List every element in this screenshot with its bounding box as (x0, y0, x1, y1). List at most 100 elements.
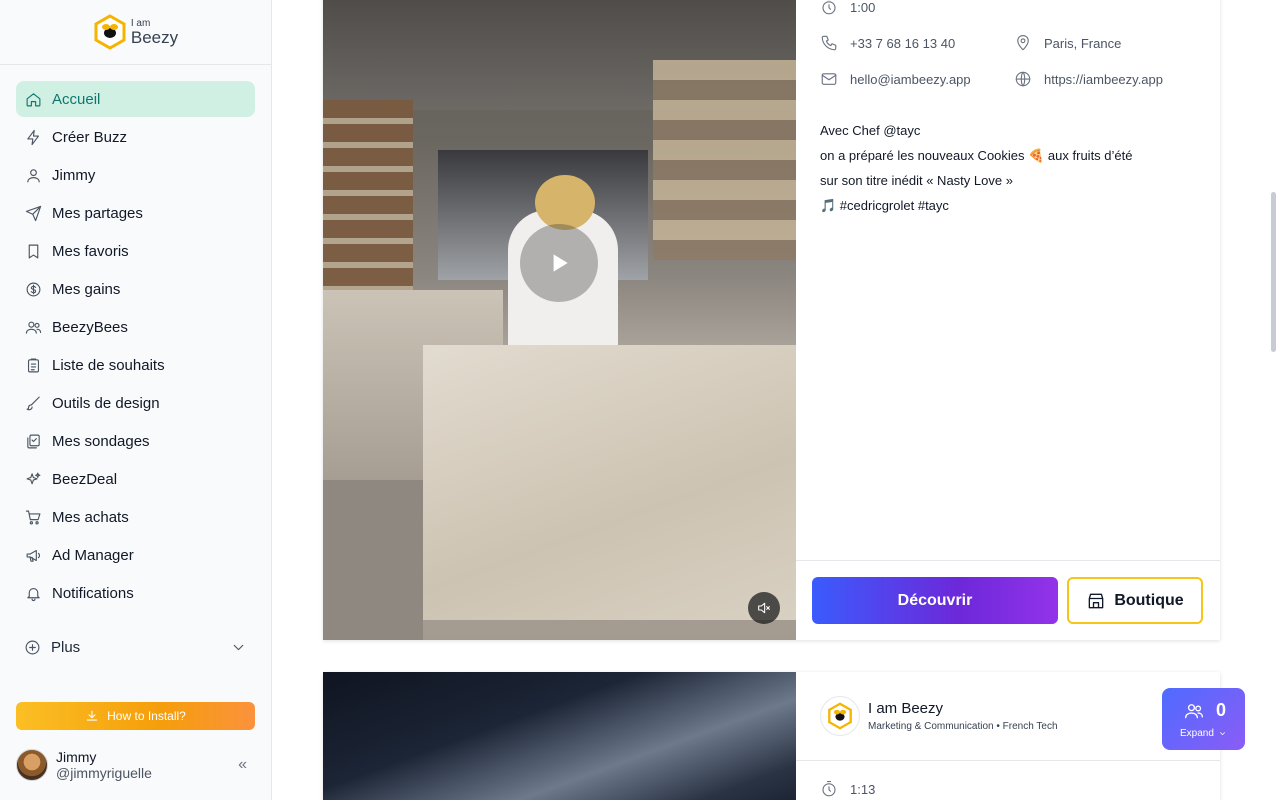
email[interactable]: hello@iambeezy.app (850, 72, 971, 87)
bell-icon (24, 584, 42, 602)
user-icon (24, 166, 42, 184)
shop-button-label: Boutique (1114, 591, 1184, 609)
megaphone-icon (24, 546, 42, 564)
sidebar-item-label: BeezyBees (52, 318, 128, 336)
collapse-sidebar-icon[interactable]: « (238, 756, 247, 774)
sidebar-item-label: Mes partages (52, 204, 143, 222)
sidebar-item-label: Notifications (52, 584, 134, 602)
description-line: on a préparé les nouveaux Cookies 🍕 aux … (820, 148, 1133, 163)
bookmark-icon (24, 242, 42, 260)
discover-button[interactable]: Découvrir (812, 577, 1058, 624)
globe-icon (1015, 71, 1031, 87)
author-name: I am Beezy (868, 700, 944, 717)
sidebar-item-jimmy[interactable]: Jimmy (16, 157, 255, 193)
video-frame-floor (323, 480, 423, 640)
install-button[interactable]: How to Install? (16, 702, 255, 730)
play-button[interactable] (520, 224, 598, 302)
email-row: hello@iambeezy.app (820, 70, 971, 88)
sidebar-item-mes-favoris[interactable]: Mes favoris (16, 233, 255, 269)
post-card: 1:00 +33 7 68 16 13 40 Paris, France hel… (323, 0, 1220, 640)
sidebar-item-label: Mes sondages (52, 432, 150, 450)
users-icon (24, 318, 42, 336)
mute-button[interactable] (748, 592, 780, 624)
sidebar-item-mes-partages[interactable]: Mes partages (16, 195, 255, 231)
video-player[interactable] (323, 0, 796, 640)
video-frame-head (535, 175, 595, 230)
chevron-down-icon (233, 644, 244, 650)
post-author[interactable]: I am Beezy Marketing & Communication • F… (820, 696, 1058, 736)
chevron-down-icon (1219, 732, 1225, 736)
sidebar-item-label: Ad Manager (52, 546, 134, 564)
duration-row: 1:13 (820, 780, 875, 798)
sidebar-item-label: Plus (51, 638, 81, 656)
scrollbar[interactable] (1271, 192, 1276, 352)
brush-icon (24, 394, 42, 412)
user-name: Jimmy (56, 748, 97, 765)
poll-icon (24, 432, 42, 450)
user-handle: @jimmyriguelle (56, 765, 152, 781)
video-frame-shelf (653, 60, 796, 260)
post-info: 1:00 +33 7 68 16 13 40 Paris, France hel… (796, 0, 1220, 640)
video-frame-shelf (323, 100, 413, 300)
sidebar-item-label: Jimmy (52, 166, 96, 184)
location-row: Paris, France (1014, 34, 1121, 52)
avatar (16, 749, 48, 781)
shop-button[interactable]: Boutique (1067, 577, 1203, 624)
sidebar-item-creer-buzz[interactable]: Créer Buzz (16, 119, 255, 155)
sidebar-item-liste-de-souhaits[interactable]: Liste de souhaits (16, 347, 255, 383)
feed: 1:00 +33 7 68 16 13 40 Paris, France hel… (272, 0, 1280, 800)
sidebar: I am Beezy Accueil Créer Buzz Jimmy Mes … (0, 0, 272, 800)
website[interactable]: https://iambeezy.app (1044, 72, 1163, 87)
author-avatar (820, 696, 860, 736)
description-line: 🎵 #cedricgrolet #tayc (820, 198, 949, 213)
sidebar-item-label: Outils de design (52, 394, 160, 412)
users-icon (1185, 703, 1203, 718)
sidebar-item-label: Mes gains (52, 280, 121, 298)
play-icon (553, 254, 568, 272)
post-card: I am Beezy Marketing & Communication • F… (323, 672, 1220, 800)
sidebar-item-notifications[interactable]: Notifications (16, 575, 255, 611)
post-info: I am Beezy Marketing & Communication • F… (796, 672, 1220, 800)
dollar-icon (24, 280, 42, 298)
sidebar-item-mes-sondages[interactable]: Mes sondages (16, 423, 255, 459)
location-pin-icon (1017, 35, 1029, 51)
video-frame-marble (423, 345, 796, 620)
expand-toggle[interactable]: Expand (1180, 728, 1227, 739)
timer-icon (822, 0, 836, 15)
user-profile[interactable]: Jimmy @jimmyriguelle « (16, 747, 255, 783)
duration: 1:00 (850, 0, 876, 15)
bolt-icon (24, 128, 42, 146)
description-line: sur son titre inédit « Nasty Love » (820, 173, 1013, 188)
sidebar-item-mes-achats[interactable]: Mes achats (16, 499, 255, 535)
sidebar-item-mes-gains[interactable]: Mes gains (16, 271, 255, 307)
sidebar-item-beezdeal[interactable]: BeezDeal (16, 461, 255, 497)
bee-hex-icon (94, 14, 126, 50)
post-description: Avec Chef @tayc on a préparé les nouveau… (820, 118, 1132, 218)
phone[interactable]: +33 7 68 16 13 40 (850, 36, 955, 51)
bee-hex-icon (828, 702, 852, 730)
sidebar-item-outils-de-design[interactable]: Outils de design (16, 385, 255, 421)
timer-icon (822, 780, 836, 797)
plus-circle-icon (25, 640, 40, 654)
brand-logo[interactable]: I am Beezy (93, 14, 178, 50)
sidebar-item-beezybees[interactable]: BeezyBees (16, 309, 255, 345)
duration-row: 1:00 (820, 0, 875, 16)
video-player[interactable] (323, 672, 796, 800)
app: I am Beezy Accueil Créer Buzz Jimmy Mes … (0, 0, 1280, 800)
logo-area: I am Beezy (0, 0, 271, 65)
sidebar-item-ad-manager[interactable]: Ad Manager (16, 537, 255, 573)
clipboard-icon (24, 356, 42, 374)
sidebar-item-accueil[interactable]: Accueil (16, 81, 255, 117)
phone-row: +33 7 68 16 13 40 (820, 34, 955, 52)
home-icon (24, 90, 42, 108)
mail-icon (821, 73, 837, 85)
brand-small: I am (130, 17, 151, 29)
description-line: Avec Chef @tayc (820, 123, 921, 138)
viewers-widget[interactable]: 0 Expand (1162, 688, 1245, 750)
sidebar-item-plus[interactable]: Plus (16, 629, 255, 665)
sidebar-nav: Accueil Créer Buzz Jimmy Mes partages Me… (0, 65, 271, 611)
install-button-label: How to Install? (107, 709, 186, 723)
sparkles-icon (24, 470, 42, 488)
sidebar-item-label: Accueil (52, 90, 101, 108)
location: Paris, France (1044, 35, 1122, 51)
